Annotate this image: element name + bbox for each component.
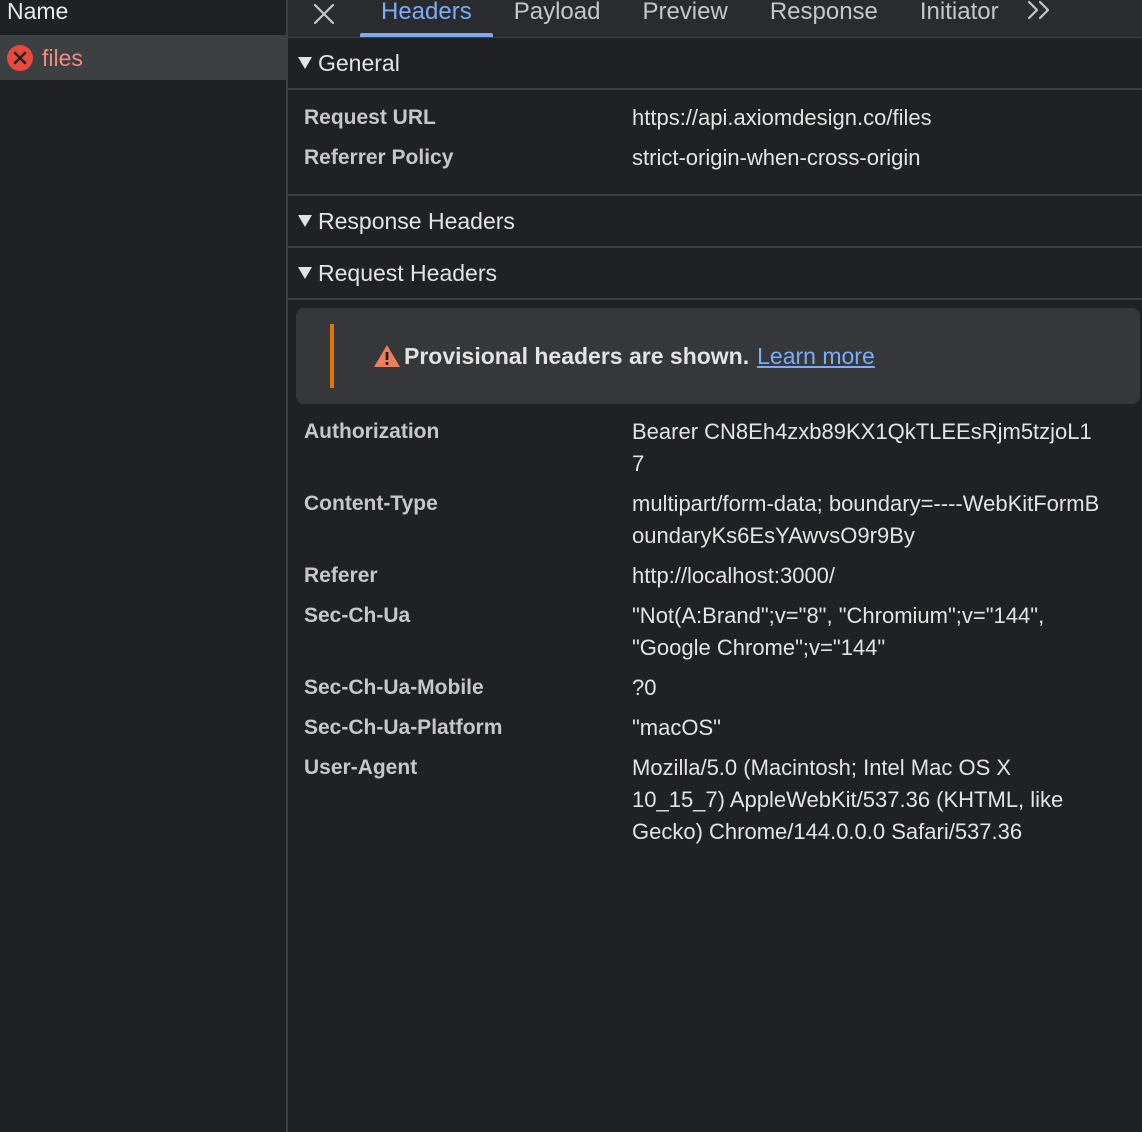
header-value: http://localhost:3000/ [632, 563, 836, 588]
header-key: Content-Type [304, 492, 438, 515]
provisional-headers-warning: Provisional headers are shown. Learn mor… [296, 308, 1140, 404]
tab-preview[interactable]: Preview [621, 0, 748, 37]
header-key: Sec-Ch-Ua-Platform [304, 716, 503, 739]
triangle-down-icon [298, 267, 312, 279]
header-row: Sec-Ch-Ua-Platform "macOS" [288, 712, 1142, 744]
name-column-header[interactable]: Name [0, 0, 286, 36]
header-key: Referer [304, 564, 378, 587]
header-key: User-Agent [304, 756, 418, 779]
section-request-headers-header[interactable]: Request Headers [288, 248, 1142, 300]
learn-more-link[interactable]: Learn more [757, 343, 875, 370]
header-value: strict-origin-when-cross-origin [632, 145, 921, 170]
section-request-headers-title: Request Headers [318, 259, 497, 286]
triangle-down-icon [298, 215, 312, 227]
chevron-double-right-icon [1027, 0, 1049, 20]
header-key: Sec-Ch-Ua [304, 604, 411, 627]
warning-text: Provisional headers are shown. [404, 342, 750, 369]
header-key: Sec-Ch-Ua-Mobile [304, 676, 484, 699]
more-tabs-button[interactable] [1020, 0, 1060, 36]
header-row: Request URL https://api.axiomdesign.co/f… [288, 102, 1142, 134]
header-row: Sec-Ch-Ua-Mobile ?0 [288, 672, 1142, 704]
tab-response[interactable]: Response [749, 0, 899, 37]
request-headers-body: Authorization Bearer CN8Eh4zxb89KX1QkTLE… [288, 404, 1142, 848]
details-panel: Headers Payload Preview Response Initiat… [288, 0, 1142, 1132]
details-tabbar: Headers Payload Preview Response Initiat… [288, 0, 1142, 38]
header-value: "macOS" [632, 715, 721, 740]
header-value: ?0 [632, 675, 657, 700]
section-general-title: General [318, 49, 400, 76]
header-row: Referer http://localhost:3000/ [288, 560, 1142, 592]
tab-payload[interactable]: Payload [493, 0, 622, 37]
header-value: https://api.axiomdesign.co/files [632, 105, 932, 130]
close-details-button[interactable] [288, 0, 360, 36]
header-row: Sec-Ch-Ua "Not(A:Brand";v="8", "Chromium… [288, 600, 1142, 664]
warning-accent-bar [330, 324, 334, 388]
triangle-down-icon [298, 57, 312, 69]
header-key: Authorization [304, 420, 440, 443]
header-value: multipart/form-data; boundary=----WebKit… [632, 491, 1100, 548]
header-key: Referrer Policy [304, 146, 454, 169]
section-general-header[interactable]: General [288, 38, 1142, 90]
tab-headers[interactable]: Headers [360, 0, 493, 37]
close-icon [313, 3, 335, 25]
section-response-headers-title: Response Headers [318, 207, 515, 234]
header-value: "Not(A:Brand";v="8", "Chromium";v="144",… [632, 603, 1045, 660]
tab-initiator[interactable]: Initiator [899, 0, 1020, 37]
header-row: Authorization Bearer CN8Eh4zxb89KX1QkTLE… [288, 416, 1142, 480]
header-row: Content-Type multipart/form-data; bounda… [288, 488, 1142, 552]
request-list-panel: Name files [0, 0, 288, 1132]
header-row: User-Agent Mozilla/5.0 (Macintosh; Intel… [288, 752, 1142, 848]
request-name: files [42, 44, 83, 71]
section-response-headers-header[interactable]: Response Headers [288, 196, 1142, 248]
error-icon [7, 45, 33, 71]
warning-icon [374, 345, 400, 367]
request-row-files[interactable]: files [0, 36, 286, 80]
header-key: Request URL [304, 106, 436, 129]
header-value: Bearer CN8Eh4zxb89KX1QkTLEEsRjm5tzjoL17 [632, 419, 1092, 476]
header-row: Referrer Policy strict-origin-when-cross… [288, 142, 1142, 174]
general-section-body: Request URL https://api.axiomdesign.co/f… [288, 90, 1142, 196]
header-value: Mozilla/5.0 (Macintosh; Intel Mac OS X 1… [632, 755, 1064, 844]
